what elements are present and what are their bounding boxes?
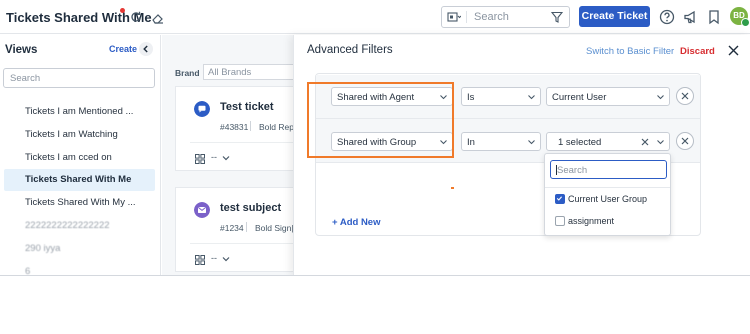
- view-item[interactable]: 6: [4, 261, 155, 275]
- ticket-brand: Bold Sign|: [255, 223, 294, 233]
- views-sidebar: Views Create Search Tickets I am Mention…: [0, 35, 161, 275]
- views-search-input[interactable]: Search: [3, 68, 155, 88]
- filter-icon[interactable]: [551, 11, 563, 23]
- global-search[interactable]: Search: [441, 6, 570, 28]
- close-icon: [681, 92, 689, 100]
- email-ticket-icon: [194, 202, 210, 218]
- online-status-badge: [741, 18, 750, 27]
- ticket-brand: Bold Rep: [259, 122, 294, 132]
- card-divider: [190, 243, 303, 244]
- filter-value-select[interactable]: Current User: [546, 87, 670, 106]
- add-new-condition-button[interactable]: + Add New: [332, 217, 380, 228]
- panel-title: Advanced Filters: [307, 44, 393, 56]
- plus-icon: +: [332, 217, 340, 228]
- ticket-subject[interactable]: Test ticket: [220, 101, 274, 113]
- ticket-subject[interactable]: test subject: [220, 202, 281, 214]
- dropdown-divider: [545, 187, 670, 188]
- views-heading: Views: [5, 44, 38, 56]
- ticket-list: Brand All Brands Test ticket #43831 Bold…: [162, 35, 303, 275]
- switch-to-basic-filter-link[interactable]: Switch to Basic Filter: [586, 46, 674, 57]
- filter-operator-select[interactable]: In: [461, 132, 541, 151]
- ticket-card[interactable]: test subject #1234 Bold Sign| --: [175, 187, 303, 272]
- remove-condition-button[interactable]: [676, 132, 694, 150]
- unsaved-indicator-dot: [120, 8, 125, 13]
- filter-operator-value: Is: [467, 92, 475, 103]
- chevron-down-icon[interactable]: [222, 154, 230, 162]
- filter-operator-select[interactable]: Is: [461, 87, 541, 106]
- brand-filter-select[interactable]: All Brands: [203, 64, 303, 80]
- brand-filter-label: Brand: [175, 68, 200, 78]
- group-options-dropdown: Search Current User Group assignment: [544, 153, 671, 236]
- properties-grid-icon[interactable]: [195, 154, 205, 164]
- discard-button[interactable]: Discard: [680, 46, 715, 57]
- view-item[interactable]: Tickets I am Mentioned ...: [4, 101, 155, 123]
- chevron-down-icon[interactable]: [222, 255, 230, 263]
- ticket-type-icon[interactable]: [447, 11, 461, 23]
- app-window: Tickets Shared With Me Search Create Tic…: [0, 0, 750, 276]
- chevron-down-icon: [657, 140, 664, 145]
- filter-value: Current User: [552, 92, 607, 103]
- meta-divider: [246, 222, 247, 232]
- megaphone-icon[interactable]: [683, 9, 699, 25]
- chevron-down-icon: [528, 95, 535, 100]
- property-value: --: [211, 253, 217, 263]
- chat-ticket-icon: [194, 101, 210, 117]
- close-icon: [681, 137, 689, 145]
- dropdown-search-input[interactable]: Search: [550, 160, 667, 179]
- add-new-label: Add New: [339, 217, 381, 228]
- meta-divider: [250, 121, 251, 131]
- card-divider: [190, 142, 303, 143]
- close-icon[interactable]: [728, 45, 739, 56]
- search-divider: [466, 11, 467, 23]
- filter-value-multiselect[interactable]: 1 selected: [546, 132, 670, 151]
- property-value: --: [211, 152, 217, 162]
- view-item[interactable]: 2222222222222222: [4, 215, 155, 237]
- view-item-active[interactable]: Tickets Shared With Me: [4, 169, 155, 191]
- remove-condition-button[interactable]: [676, 87, 694, 105]
- top-bar: Tickets Shared With Me Search Create Tic…: [0, 0, 750, 34]
- ticket-number: #43831: [220, 122, 249, 132]
- collapse-sidebar-button[interactable]: [139, 42, 153, 56]
- search-input[interactable]: Search: [474, 11, 509, 23]
- chevron-down-icon: [657, 95, 664, 100]
- ticket-number: #1234: [220, 223, 244, 233]
- checkbox-checked[interactable]: [555, 194, 565, 204]
- chevron-left-icon: [143, 45, 148, 53]
- option-label: Current User Group: [568, 194, 648, 204]
- view-item[interactable]: 290 iyya: [4, 238, 155, 260]
- checkmark-icon: [556, 196, 563, 201]
- view-item[interactable]: Tickets I am Watching: [4, 124, 155, 146]
- bookmark-icon[interactable]: [706, 9, 722, 25]
- create-ticket-button[interactable]: Create Ticket: [579, 6, 650, 27]
- filter-value: 1 selected: [558, 137, 602, 148]
- clear-selection-icon[interactable]: [641, 138, 649, 146]
- refresh-icon[interactable]: [129, 10, 143, 24]
- checkbox-unchecked[interactable]: [555, 216, 565, 226]
- filter-operator-value: In: [467, 137, 475, 148]
- chevron-down-icon: [528, 140, 535, 145]
- dropdown-search-placeholder: Search: [557, 165, 588, 176]
- orange-marker: [451, 187, 454, 189]
- properties-grid-icon[interactable]: [195, 255, 205, 265]
- create-view-link[interactable]: Create: [109, 44, 137, 54]
- text-cursor: [556, 165, 557, 175]
- help-icon[interactable]: [659, 9, 675, 25]
- option-label: assignment: [568, 216, 615, 226]
- view-item[interactable]: Tickets I am cced on: [4, 147, 155, 169]
- eraser-icon[interactable]: [151, 11, 165, 25]
- ticket-card[interactable]: Test ticket #43831 Bold Rep --: [175, 86, 303, 171]
- view-item[interactable]: Tickets Shared With My ...: [4, 192, 155, 214]
- highlight-box: [307, 82, 454, 158]
